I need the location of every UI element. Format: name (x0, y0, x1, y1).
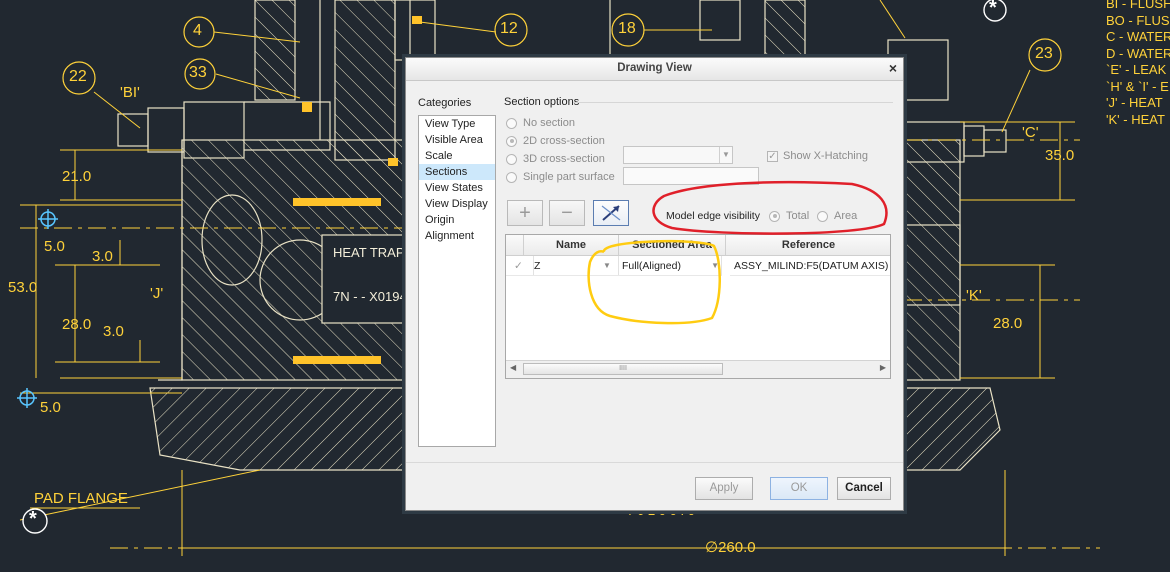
radio-no-section[interactable]: No section (506, 115, 575, 131)
add-section-button[interactable]: + (507, 200, 543, 226)
star-symbol-bottom: * (29, 508, 37, 530)
category-visible-area[interactable]: Visible Area (419, 132, 495, 148)
scroll-right-icon[interactable]: ▶ (880, 363, 886, 372)
label-pad-flange: PAD FLANGE (34, 490, 128, 507)
dim-5a: 5.0 (44, 238, 65, 255)
close-icon[interactable]: × (889, 60, 897, 76)
table-header: Name Sectioned Area Reference (506, 235, 890, 256)
balloon-33: 33 (189, 64, 207, 81)
radio-label: 3D cross-section (523, 153, 605, 165)
dim-5b: 5.0 (40, 399, 61, 416)
legend-item: 'K' - HEAT (1106, 111, 1165, 127)
apply-button[interactable]: Apply (695, 477, 753, 500)
section-options-label: Section options (504, 96, 580, 108)
header-sectioned-area[interactable]: Sectioned Area (619, 235, 726, 255)
category-origin[interactable]: Origin (419, 212, 495, 228)
chevron-down-icon: ▼ (719, 147, 732, 163)
dim-53: 53.0 (8, 279, 38, 296)
header-name[interactable]: Name (524, 235, 619, 255)
model-edge-visibility-label: Model edge visibility (666, 210, 760, 222)
remove-section-button[interactable]: − (549, 200, 585, 226)
legend: BI - FLUSH BO - FLUSH C - WATER D - WATE… (1106, 0, 1170, 128)
radio-button[interactable] (506, 153, 517, 165)
drawing-view-dialog: Drawing View × Categories View Type Visi… (405, 57, 904, 511)
balloon-4: 4 (193, 22, 202, 39)
radio-button[interactable] (506, 117, 517, 129)
dim-260: ∅260.0 (705, 539, 756, 556)
show-x-hatching-checkbox[interactable]: ✓ Show X-Hatching (767, 150, 868, 162)
radio-button[interactable] (506, 135, 517, 147)
checkbox[interactable]: ✓ (767, 150, 778, 162)
radio-label: No section (523, 117, 575, 129)
chevron-down-icon: ▼ (711, 261, 719, 270)
label-k: 'K' (966, 287, 982, 304)
row-reference-cell[interactable]: ASSY_MILIND:F5(DATUM AXIS) (730, 256, 890, 276)
balloon-22: 22 (69, 68, 87, 85)
footer-divider (406, 462, 903, 463)
legend-item: C - WATER (1106, 29, 1170, 44)
balloon-18: 18 (618, 20, 636, 37)
category-view-states[interactable]: View States (419, 180, 495, 196)
ok-button[interactable]: OK (770, 477, 828, 500)
balloon-23: 23 (1035, 45, 1053, 62)
legend-item: `H' & `I' - E (1106, 78, 1169, 94)
categories-label: Categories (418, 97, 472, 109)
legend-item: `E' - LEAK (1106, 62, 1167, 77)
radio-3d-cross-section[interactable]: 3D cross-section (506, 151, 605, 167)
categories-list: View Type Visible Area Scale Sections Vi… (418, 115, 496, 447)
label-j: 'J' (150, 285, 164, 302)
radio-button[interactable] (506, 171, 517, 183)
header-reference[interactable]: Reference (726, 235, 890, 255)
dim-21: 21.0 (62, 168, 92, 185)
header-check-col (506, 235, 524, 255)
legend-item: BI - FLUSH (1106, 0, 1170, 11)
flip-section-button[interactable] (593, 200, 629, 226)
scroll-thumb[interactable]: IIII (523, 363, 723, 375)
label-part-no: 7N - - X0194 (333, 289, 407, 304)
balloon-12: 12 (500, 20, 518, 37)
row-area-select[interactable]: ▼ Full(Aligned) ▼ (600, 256, 722, 276)
label-heat-trap: HEAT TRAP (333, 245, 405, 260)
sections-table: Name Sectioned Area Reference ✓ Z ▼ Full… (505, 234, 891, 379)
flip-arrow-icon (601, 205, 621, 221)
dim-35: 35.0 (1045, 147, 1075, 164)
label-c: 'C' (1022, 124, 1039, 141)
dialog-title: Drawing View (617, 62, 692, 74)
dim-28-right: 28.0 (993, 315, 1023, 332)
dim-3a: 3.0 (92, 248, 113, 265)
radio-label: Total (786, 210, 810, 222)
category-alignment[interactable]: Alignment (419, 228, 495, 244)
dim-3b: 3.0 (103, 323, 124, 340)
dim-28-left: 28.0 (62, 316, 92, 333)
chevron-down-icon: ▼ (603, 261, 611, 270)
cancel-button[interactable]: Cancel (837, 477, 891, 500)
category-sections[interactable]: Sections (419, 164, 495, 180)
category-view-display[interactable]: View Display (419, 196, 495, 212)
category-view-type[interactable]: View Type (419, 116, 495, 132)
row-area-value: Full(Aligned) (622, 260, 681, 272)
radio-label: Single part surface (523, 171, 615, 183)
radio-button[interactable] (769, 210, 780, 222)
label-bi: 'BI' (120, 84, 140, 101)
radio-label: 2D cross-section (523, 135, 605, 147)
legend-item: BO - FLUSH (1106, 12, 1170, 28)
radio-2d-cross-section[interactable]: 2D cross-section (506, 133, 605, 149)
legend-item: D - WATER (1106, 45, 1170, 61)
scroll-left-icon[interactable]: ◀ (510, 363, 516, 372)
show-x-hatching-label: Show X-Hatching (783, 150, 868, 162)
cross-section-3d-select[interactable]: ▼ (623, 146, 733, 164)
radio-edge-total[interactable]: Total (769, 208, 809, 224)
section-options-divider (573, 102, 893, 103)
single-part-surface-field[interactable] (623, 167, 759, 185)
radio-edge-area[interactable]: Area (817, 208, 857, 224)
legend-item: 'J' - HEAT (1106, 95, 1163, 110)
category-scale[interactable]: Scale (419, 148, 495, 164)
table-horizontal-scrollbar[interactable]: ◀ IIII ▶ (506, 360, 890, 378)
radio-button[interactable] (817, 210, 828, 222)
radio-single-part-surface[interactable]: Single part surface (506, 169, 615, 185)
dialog-titlebar[interactable]: Drawing View × (406, 58, 903, 81)
radio-label: Area (834, 210, 858, 222)
star-symbol-top: * (989, 0, 997, 19)
